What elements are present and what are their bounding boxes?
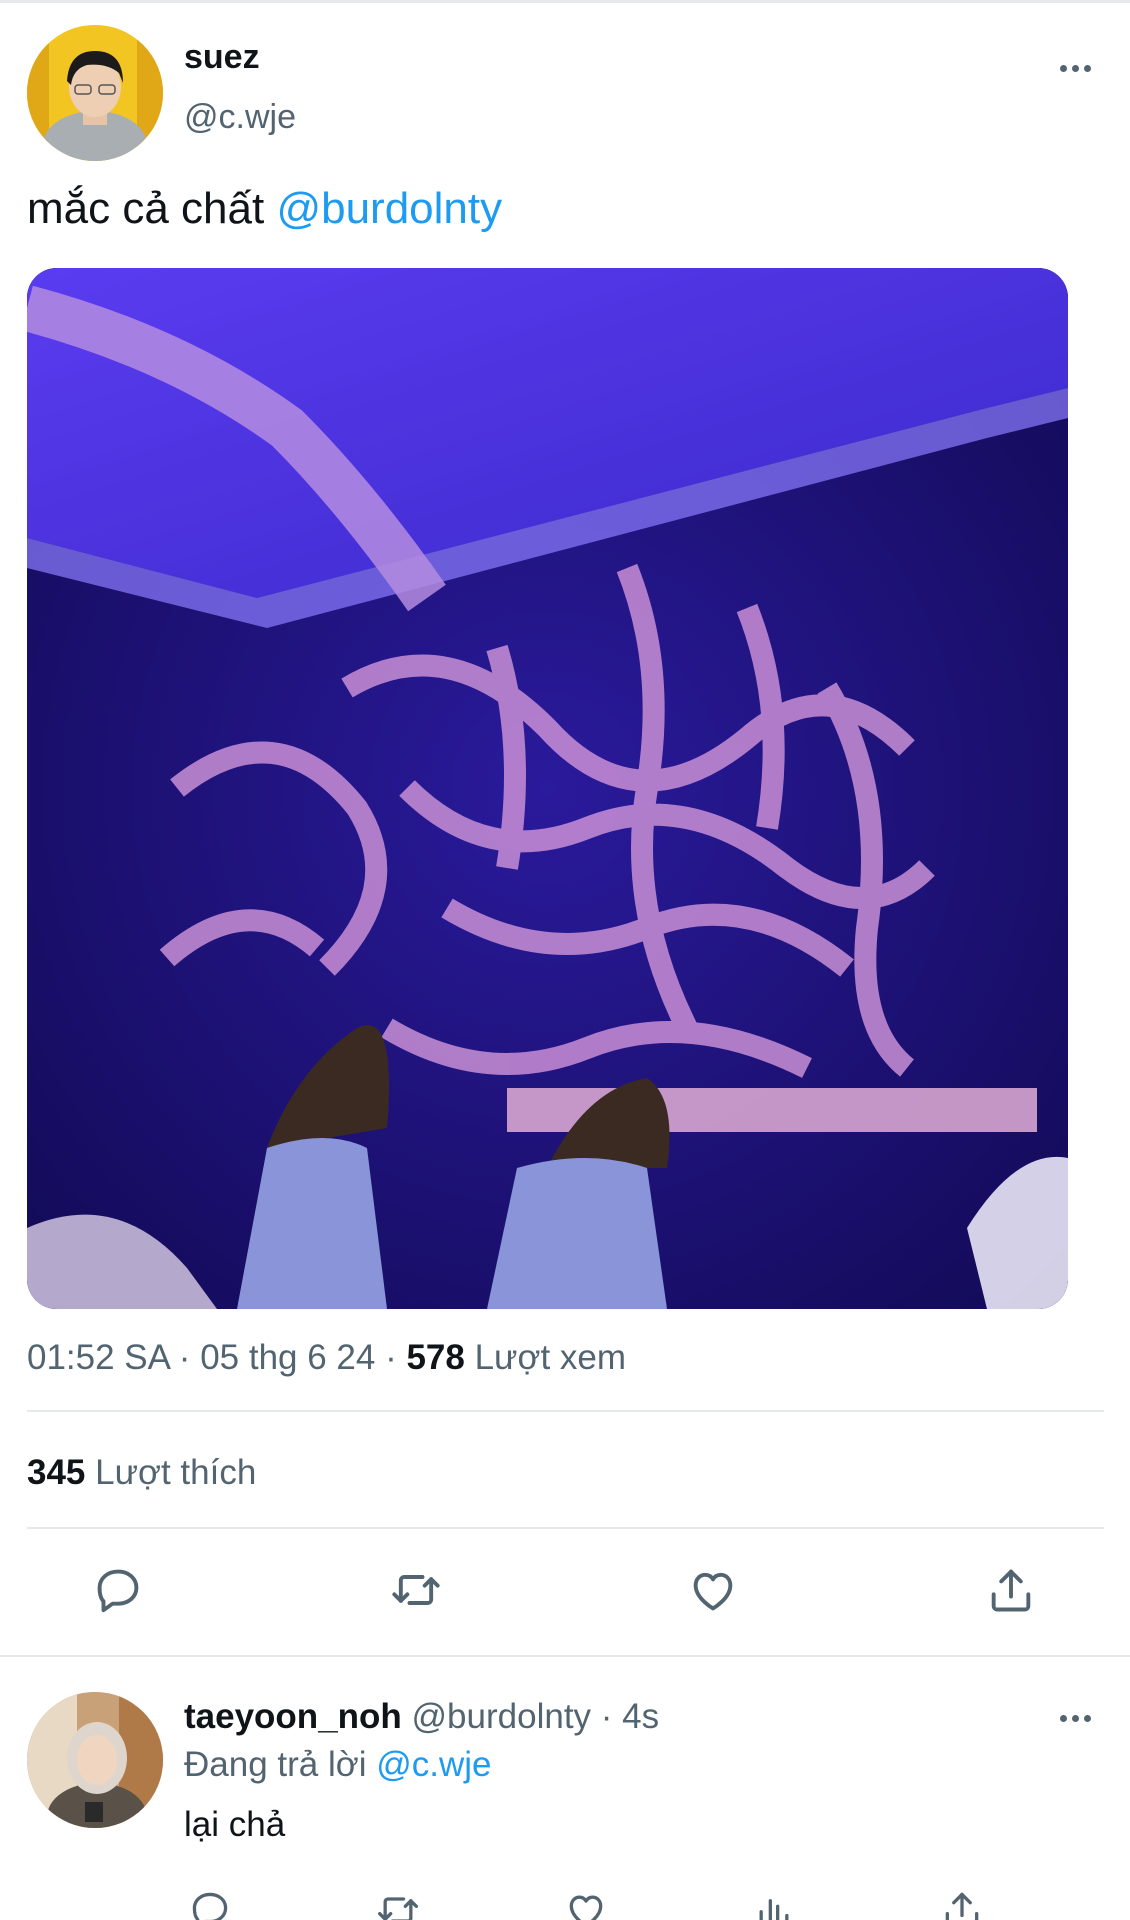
reply-analytics-button[interactable] xyxy=(744,1880,804,1920)
views-label: Lượt xem xyxy=(474,1338,627,1377)
author-handle[interactable]: @c.wje xyxy=(184,98,296,137)
reply-age: · 4s xyxy=(600,1697,660,1736)
author-name[interactable]: suez xyxy=(184,38,260,77)
replying-label: Đang trả lời xyxy=(184,1745,377,1784)
like-button[interactable] xyxy=(683,1560,743,1620)
analytics-icon xyxy=(759,1899,789,1920)
reply-button[interactable] xyxy=(88,1560,148,1620)
more-options-icon[interactable] xyxy=(1055,1708,1095,1728)
tweet-date: 05 thg 6 24 xyxy=(200,1338,376,1377)
retweet-button[interactable] xyxy=(386,1560,446,1620)
author-avatar[interactable] xyxy=(27,25,163,161)
views-count: 578 xyxy=(406,1338,465,1377)
tweet-body-text: mắc cả chất xyxy=(27,184,277,233)
likes-label: Lượt thích xyxy=(95,1453,257,1492)
retweet-icon xyxy=(378,1897,418,1920)
share-button[interactable] xyxy=(981,1560,1041,1620)
likes-count: 345 xyxy=(27,1453,86,1492)
divider xyxy=(27,1410,1104,1412)
retweet-icon xyxy=(392,1575,440,1605)
section-separator xyxy=(0,1655,1130,1657)
reply-reply-button[interactable] xyxy=(180,1880,240,1920)
reply-share-button[interactable] xyxy=(932,1880,992,1920)
reply-icon xyxy=(192,1892,228,1920)
reply-like-button[interactable] xyxy=(556,1880,616,1920)
replying-to: Đang trả lời @c.wje xyxy=(184,1745,491,1785)
top-border xyxy=(0,0,1130,3)
tweet-meta: 01:52 SA · 05 thg 6 24 · 578 Lượt xem xyxy=(27,1338,627,1377)
share-icon xyxy=(991,1569,1031,1612)
replying-to-link[interactable]: @c.wje xyxy=(376,1745,491,1784)
likes-summary[interactable]: 345 Lượt thích xyxy=(27,1453,256,1493)
share-icon xyxy=(945,1892,979,1920)
reply-author-handle[interactable]: @burdolnty xyxy=(412,1697,592,1736)
reply-author-avatar[interactable] xyxy=(27,1692,163,1828)
more-options-icon[interactable] xyxy=(1055,58,1095,78)
mention-link[interactable]: @burdolnty xyxy=(276,184,502,233)
reply-retweet-button[interactable] xyxy=(368,1880,428,1920)
reply-text: lại chả xyxy=(184,1805,286,1844)
like-icon xyxy=(569,1895,603,1920)
tweet-time: 01:52 SA xyxy=(27,1338,170,1377)
reply-author-name[interactable]: taeyoon_noh xyxy=(184,1697,402,1736)
tweet-photo[interactable] xyxy=(27,268,1068,1309)
tweet-text: mắc cả chất @burdolnty xyxy=(27,184,502,234)
reply-header: taeyoon_noh @burdolnty · 4s xyxy=(184,1697,659,1737)
reply-icon xyxy=(97,1569,139,1613)
like-icon xyxy=(693,1572,733,1611)
divider xyxy=(27,1527,1104,1529)
